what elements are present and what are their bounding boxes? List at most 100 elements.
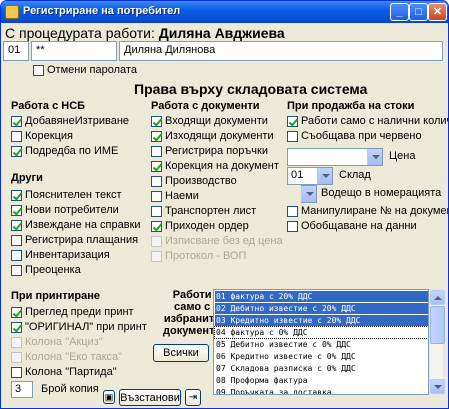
docs-checkbox-5[interactable]	[151, 176, 162, 187]
print-checkbox-3	[11, 337, 22, 348]
document-list-item[interactable]: 02 Дебитно известие с 20% ДДС	[215, 303, 428, 314]
docs-checkbox-8[interactable]	[151, 221, 162, 232]
nsb-checkbox-3[interactable]	[11, 146, 22, 157]
print-checkbox-5[interactable]	[11, 367, 22, 378]
docs-label-7: Транспортен лист	[165, 205, 257, 217]
select-all-button[interactable]: Всички	[153, 344, 209, 362]
print-label-2: "ОРИГИНАЛ" при принт	[25, 321, 147, 333]
restore-button[interactable]: Възстанови	[119, 389, 181, 406]
print-checkbox-4	[11, 352, 22, 363]
docs-section-title: Работа с документи	[151, 100, 260, 112]
current-user-name: Диляна Авджиева	[158, 25, 285, 41]
docs-checkbox-2[interactable]	[151, 131, 162, 142]
minimize-button[interactable]: _	[390, 3, 409, 21]
main-title: Права върху складовата система	[134, 81, 368, 97]
copies-label: Брой копия	[41, 383, 99, 395]
docs-label-9: Изписване без ед цена	[165, 235, 283, 247]
document-list-item[interactable]: 06 Кредитно известие с 0% ДДС	[215, 351, 428, 362]
copies-value: 3	[15, 383, 22, 395]
print-label-4: Колона "Еко такса"	[25, 351, 123, 363]
password-field[interactable]: **	[31, 41, 117, 61]
sale-extra-label-2: Обобщаване на данни	[301, 220, 417, 232]
document-list-item[interactable]: 08 Проформа фактура	[215, 375, 428, 386]
document-list-item[interactable]: 07 Складова разписка с 0% ДДС	[215, 363, 428, 374]
nsb-label-1: ДобавянеИзтриване	[25, 115, 130, 127]
others-checkbox-1[interactable]	[11, 190, 22, 201]
lead-combo[interactable]	[301, 185, 317, 203]
sale-extra-label-1: Манипулиране № на документ	[301, 205, 449, 217]
copies-spinner[interactable]: 3	[11, 381, 33, 398]
docs-label-1: Входящи документи	[165, 115, 268, 127]
window-title: Регистриране на потребител	[23, 5, 181, 17]
chevron-down-icon[interactable]	[317, 168, 332, 184]
print-label-5: Колона "Партида"	[25, 366, 117, 378]
nsb-section-title: Работа с НСБ	[11, 100, 86, 112]
docs-checkbox-1[interactable]	[151, 116, 162, 127]
others-label-4: Регистрира плащания	[25, 234, 139, 246]
scroll-thumb[interactable]	[430, 306, 445, 344]
nsb-checkbox-1[interactable]	[11, 116, 22, 127]
docs-checkbox-7[interactable]	[151, 206, 162, 217]
scroll-up-arrow-icon[interactable]	[430, 290, 445, 305]
others-label-3: Извеждане на справки	[25, 219, 141, 231]
print-checkbox-2[interactable]	[11, 322, 22, 333]
others-label-1: Пояснителен текст	[25, 189, 122, 201]
document-types-list[interactable]: 01 фактура с 20% ДДС 02 Дебитно известие …	[213, 289, 429, 395]
docs-checkbox-9	[151, 236, 162, 247]
user-registration-window: Регистриране на потребител _ □ ✕ С проце…	[0, 0, 449, 409]
floppy-disk-icon[interactable]: ▣	[103, 390, 115, 404]
scroll-down-arrow-icon[interactable]	[430, 379, 445, 394]
maximize-button[interactable]: □	[409, 3, 428, 21]
sale-label-2: Съобщава при червено	[301, 130, 422, 142]
others-checkbox-3[interactable]	[11, 220, 22, 231]
user-code-field[interactable]: 01	[3, 41, 29, 61]
chevron-down-icon[interactable]	[301, 186, 316, 202]
sale-checkbox-2[interactable]	[287, 131, 298, 142]
nsb-label-2: Корекция	[25, 130, 73, 142]
sale-checkbox-1[interactable]	[287, 116, 298, 127]
docs-label-5: Производство	[165, 175, 237, 187]
sale-extra-checkbox-2[interactable]	[287, 221, 298, 232]
warehouse-value: 01	[291, 169, 304, 181]
sale-extra-checkbox-1[interactable]	[287, 206, 298, 217]
others-checkbox-6[interactable]	[11, 265, 22, 276]
document-list-item[interactable]: 01 фактура с 20% ДДС	[215, 291, 428, 302]
print-checkbox-1[interactable]	[11, 307, 22, 318]
docs-checkbox-3[interactable]	[151, 146, 162, 157]
print-section-title: При принтиране	[11, 290, 100, 302]
docs-label-8: Приходен ордер	[165, 220, 249, 232]
docs-checkbox-10	[151, 251, 162, 262]
exit-door-icon[interactable]: ⇥	[185, 389, 201, 406]
price-combo[interactable]	[287, 148, 383, 166]
docs-label-4: Корекция на документ	[165, 160, 279, 172]
sale-label-1: Работи само с налични колич.	[301, 115, 449, 127]
warehouse-combo[interactable]: 01	[287, 167, 333, 185]
document-list-item[interactable]: 05 Дебитно известие с 0% ДДС	[215, 339, 428, 350]
others-section-title: Други	[11, 172, 43, 184]
document-list-item[interactable]: 09 Поръчката за доставка	[215, 387, 428, 394]
document-list-item[interactable]: 04 фактура с 0% ДДС	[214, 326, 428, 339]
app-icon	[5, 5, 19, 19]
print-label-3: Колона "Акциз"	[25, 336, 103, 348]
cancel-password-checkbox[interactable]	[33, 65, 44, 76]
chevron-down-icon[interactable]	[367, 149, 382, 165]
others-label-2: Нови потребители	[25, 204, 119, 216]
title-bar[interactable]: Регистриране на потребител _ □ ✕	[1, 1, 448, 23]
docs-checkbox-6[interactable]	[151, 191, 162, 202]
others-checkbox-4[interactable]	[11, 235, 22, 246]
docs-label-2: Изходящи документи	[165, 130, 274, 142]
warehouse-label: Склад	[339, 169, 371, 181]
full-name-field[interactable]: Диляна Дилянова	[119, 41, 443, 61]
docs-checkbox-4[interactable]	[151, 161, 162, 172]
others-checkbox-2[interactable]	[11, 205, 22, 216]
list-scrollbar[interactable]	[429, 289, 445, 395]
price-label: Цена	[389, 150, 416, 162]
docs-label-10: Протокол - ВОП	[165, 250, 247, 262]
nsb-label-3: Подредба по ИМЕ	[25, 145, 119, 157]
sale-section-title: При продажба на стоки	[287, 100, 415, 112]
others-label-5: Инвентаризация	[25, 249, 110, 261]
document-list-item[interactable]: 03 Кредитно известие с 20% ДДС	[215, 315, 428, 326]
nsb-checkbox-2[interactable]	[11, 131, 22, 142]
others-checkbox-5[interactable]	[11, 250, 22, 261]
close-button[interactable]: ✕	[428, 3, 447, 21]
